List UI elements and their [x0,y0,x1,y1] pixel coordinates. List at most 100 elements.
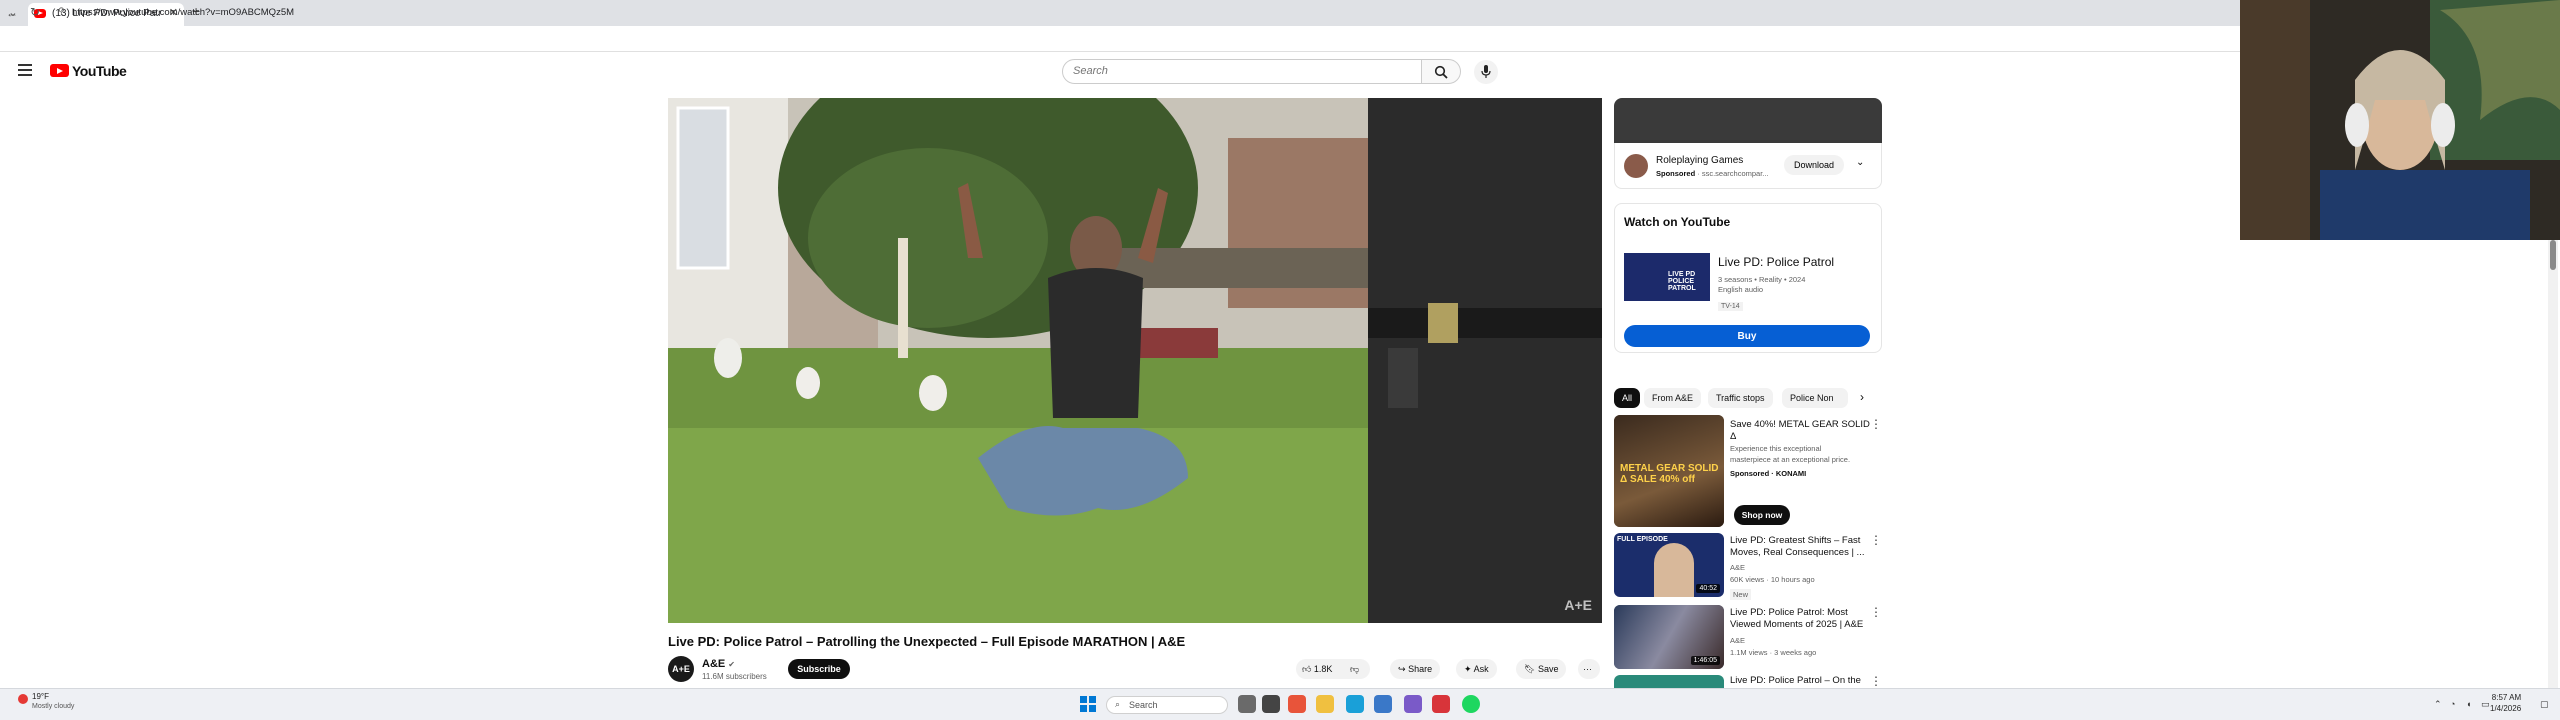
address-bar [0,26,2240,52]
like-count: 1.8K [1313,664,1333,674]
search-input[interactable] [1063,60,1421,82]
verified-icon: ✔ [728,660,735,669]
rec-thumbnail[interactable] [1614,675,1724,688]
more-options-icon[interactable]: ⋮ [1870,533,1882,547]
scrollbar-thumb[interactable] [2550,240,2556,270]
channel-name-text[interactable]: A&E [702,658,725,670]
rec-title[interactable]: Live PD: Greatest Shifts – Fast Moves, R… [1730,535,1870,559]
clock-time: 8:57 AM [2491,693,2522,702]
ad-download-button[interactable]: Download [1784,155,1844,175]
rec-channel[interactable]: A&E [1730,635,1745,646]
taskbar-search-label: Search [1129,700,1158,710]
weather-temp[interactable]: 19°F [32,692,49,701]
thumbs-up-icon: 👍︎ [1302,664,1312,674]
battery-icon[interactable]: ▭ [2481,699,2490,710]
chip-all[interactable]: All [1614,388,1641,408]
subscriber-count: 11.6M subscribers [702,672,767,681]
rec-channel[interactable]: A&E [1730,562,1745,573]
rec-thumbnail[interactable]: FULL EPISODE 40:52 [1614,533,1724,597]
channel-name[interactable]: A&E ✔ [702,658,735,670]
search-icon: ⌕ [1115,699,1121,709]
ad-domain: · ssc.searchcompar... [1697,169,1769,178]
notifications-icon[interactable]: ▢ [2540,699,2549,710]
rec-title[interactable]: Live PD: Police Patrol: Most Viewed Mome… [1730,607,1870,631]
sparkle-icon: ✦ [1464,664,1472,674]
shop-now-button[interactable]: Shop now [1734,505,1790,525]
video-frame [668,98,1602,623]
content-rating-badge: TV-14 [1718,302,1743,311]
video-player[interactable]: A+E [668,98,1602,623]
clock-date: 1/4/2026 [2490,704,2522,713]
widgets-icon[interactable] [1262,695,1280,713]
like-button[interactable]: 👍︎ 1.8K [1296,659,1340,679]
ad-banner-image[interactable] [1614,98,1882,143]
url-field[interactable]: https://www.youtube.com/watch?v=mO9ABCMQ… [72,7,294,18]
volume-icon[interactable]: ◖ [2466,699,2471,709]
voice-search-button[interactable] [1474,60,1498,84]
page-scrollbar[interactable] [2548,240,2558,688]
youtube-logo-icon[interactable] [50,64,69,77]
subscribe-button[interactable]: Subscribe [788,659,850,679]
chevron-right-icon[interactable]: › [1860,390,1864,404]
ad-sponsor-line: Sponsored · ssc.searchcompar... [1656,169,1769,178]
share-button[interactable]: ↪ Share [1390,659,1441,679]
taskbar-search[interactable]: ⌕ Search [1106,696,1228,714]
watch-on-youtube-heading: Watch on YouTube [1624,215,1731,229]
rec-title[interactable]: Live PD: Police Patrol – On the [1730,675,1870,687]
rec-thumbnail[interactable]: METAL GEAR SOLID Δ SALE 40% off [1614,415,1724,527]
tray-overflow-icon[interactable]: ⌃ [2434,699,2442,710]
wifi-icon[interactable]: ◔ [2450,699,2455,709]
ad-sponsored-label: Sponsored [1656,169,1696,178]
chip-police-non[interactable]: Police Non [1782,388,1848,408]
weather-icon[interactable] [18,694,28,704]
back-arrow-icon[interactable]: ← [6,6,18,20]
buy-button[interactable]: Buy [1624,325,1870,347]
chip-from-ae[interactable]: From A&E [1644,388,1702,408]
dislike-button[interactable]: 👎︎ [1340,659,1370,679]
rec-thumbnail[interactable]: 1:46:05 [1614,605,1724,669]
edge-browser-icon[interactable] [1346,695,1364,713]
more-actions-icon[interactable]: ··· [1578,659,1600,679]
more-options-icon[interactable]: ⋮ [1870,417,1882,431]
app-icon-red[interactable] [1432,695,1450,713]
more-options-icon[interactable]: ⋮ [1870,674,1882,688]
ask-button[interactable]: ✦ Ask [1456,659,1497,679]
ask-label: Ask [1473,664,1489,674]
spotify-icon[interactable] [1462,695,1480,713]
duration-badge: 1:46:05 [1690,656,1720,665]
task-view-icon[interactable] [1238,695,1256,713]
reload-icon[interactable]: ↻ [30,5,40,19]
ad-title[interactable]: Roleplaying Games [1656,155,1743,166]
file-explorer-icon[interactable] [1316,695,1334,713]
search-icon [1434,65,1448,79]
discord-icon[interactable] [1404,695,1422,713]
more-options-icon[interactable]: ⋮ [1870,605,1882,619]
site-info-icon[interactable]: ⚲ [58,6,65,17]
rec-thumbnail-text: FULL EPISODE [1617,536,1668,543]
rec-sponsor-line: Sponsored · KONAMI [1730,469,1807,478]
share-label: Share [1408,664,1433,674]
show-title[interactable]: Live PD: Police Patrol [1718,255,1834,269]
menu-hamburger-icon[interactable] [18,64,32,76]
search-box [1062,59,1422,84]
advertiser-logo[interactable] [1624,154,1648,178]
rec-title[interactable]: Save 40%! METAL GEAR SOLID Δ [1730,419,1870,443]
weather-description: Mostly cloudy [32,703,75,710]
outlook-icon[interactable] [1374,695,1392,713]
windows-start-icon[interactable] [1080,696,1096,712]
webcam-feed [2240,0,2560,240]
chevron-down-icon[interactable]: ⌄ [1856,157,1864,168]
channel-avatar[interactable]: A+E [668,656,694,682]
save-label: Save [1537,664,1559,674]
show-meta-line2: English audio [1718,285,1764,294]
chip-traffic-stops[interactable]: Traffic stops [1708,388,1773,408]
youtube-logo-text[interactable]: YouTube [72,63,127,79]
save-button[interactable]: 🔖︎ Save [1516,659,1567,679]
show-meta: 3 seasons • Reality • 2024 English audio [1718,275,1805,295]
taskbar-clock[interactable]: 8:57 AM 1/4/2026 [2490,692,2521,714]
office-app-icon[interactable] [1288,695,1306,713]
video-watermark: A+E [1564,597,1592,613]
rec-views: 60K views · 10 hours ago [1730,575,1815,584]
show-thumbnail[interactable]: LIVE PD POLICE PATROL [1624,253,1710,301]
search-button[interactable] [1421,59,1461,84]
